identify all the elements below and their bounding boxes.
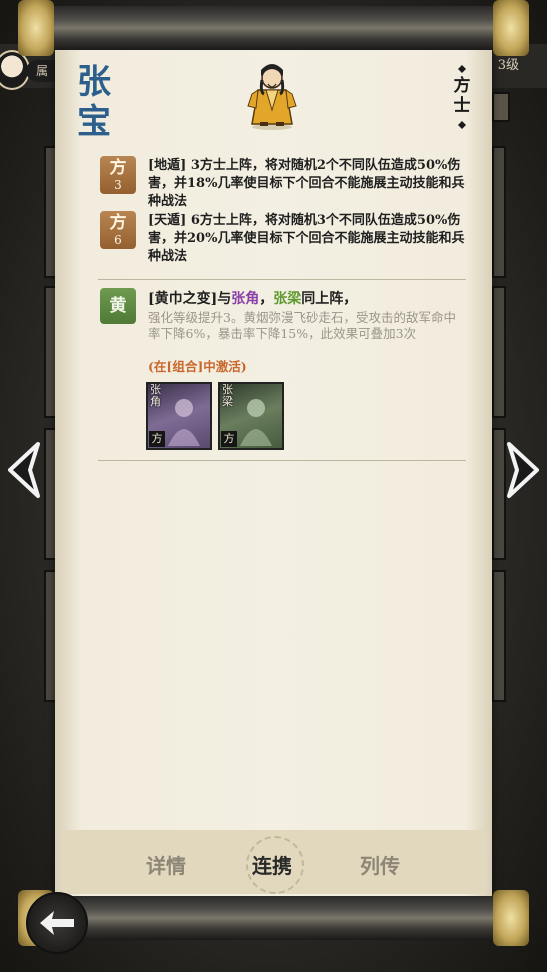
next-arrow-icon[interactable] <box>501 440 547 500</box>
tab-combo[interactable]: 连携 <box>252 850 292 879</box>
card-name: 张梁 <box>222 383 233 408</box>
fangshi-badge: 方 3 <box>100 156 136 194</box>
hero-card-zhangjiao[interactable]: 张角 方 <box>146 382 212 450</box>
combo-activation: (在[组合]中激活) <box>148 359 247 374</box>
diamond-icon <box>458 121 466 129</box>
badge-count: 3 <box>114 178 122 192</box>
huang-badge: 黄 <box>100 288 136 324</box>
background-card <box>492 146 506 278</box>
background-card <box>492 570 506 702</box>
combo-separator: ， <box>259 291 274 307</box>
partner-name-zhangjiao: 张角 <box>231 291 260 307</box>
hero-portrait <box>247 64 297 130</box>
hero-name: 张宝 <box>77 62 113 142</box>
scroll-rod-bottom <box>18 890 529 946</box>
rod-cap-left <box>18 0 54 56</box>
diamond-icon <box>458 65 466 73</box>
hero-class: 方士 <box>453 76 471 116</box>
skill-description: [地遁] 3方士上阵，将对随机2个不同队伍造成50%伤害，并18%几率使目标下个… <box>148 158 465 209</box>
tab-details[interactable]: 详情 <box>146 850 186 879</box>
badge-count: 6 <box>114 233 122 247</box>
card-class: 方 <box>221 431 237 447</box>
fangshi-badge: 方 6 <box>100 211 136 249</box>
hero-card-zhangliang[interactable]: 张梁 方 <box>218 382 284 450</box>
back-arrow-icon <box>40 911 74 935</box>
skill-description: [天遁] 6方士上阵，将对随机3个不同队伍造成50%伤害，并20%几率使目标下个… <box>148 213 465 264</box>
portrait-icon <box>168 399 200 446</box>
card-class: 方 <box>149 431 165 447</box>
badge-char: 方 <box>109 213 127 233</box>
partner-name-zhangliang: 张梁 <box>273 291 302 307</box>
tab-biography[interactable]: 列传 <box>360 850 400 879</box>
back-button[interactable] <box>26 892 88 954</box>
scroll-rod-top <box>18 0 529 56</box>
background-card <box>492 286 506 418</box>
portrait-icon <box>240 399 272 446</box>
combo-description: 强化等级提升3。黄烟弥漫飞砂走石，受攻击的敌军命中率下降6%，暴击率下降15%，… <box>148 310 456 341</box>
badge-char: 方 <box>109 158 127 178</box>
divider <box>98 460 466 461</box>
rod-cap-right <box>493 0 529 56</box>
rod-cap-right <box>493 890 529 946</box>
divider <box>98 279 466 280</box>
level-label: 3级 <box>497 58 519 73</box>
card-name: 张角 <box>150 383 161 408</box>
combo-title: [黄巾之变]与张角，张梁同上阵， <box>148 290 468 308</box>
background-card <box>492 92 510 122</box>
combo-title-suffix: 同上阵， <box>301 291 358 307</box>
previous-arrow-icon[interactable] <box>0 440 46 500</box>
combo-title-prefix: [黄巾之变]与 <box>148 291 232 307</box>
